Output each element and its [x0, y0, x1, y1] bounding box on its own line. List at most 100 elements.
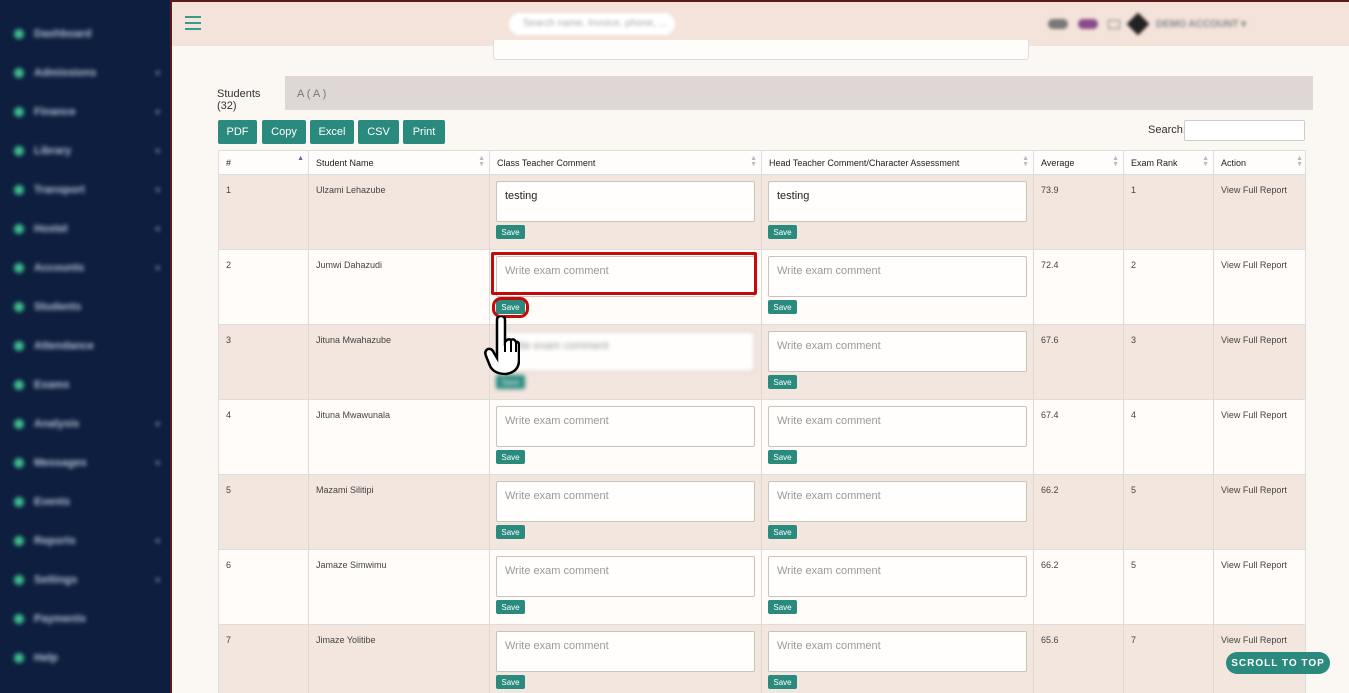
save-button[interactable]: Save — [496, 450, 525, 464]
account-menu[interactable]: DEMO ACCOUNT ▾ — [1156, 19, 1246, 30]
th-action[interactable]: Action ▲ ▼ — [1214, 151, 1307, 176]
sidebar-item[interactable]: Finance ▾ — [0, 100, 172, 124]
notification-icon[interactable] — [1048, 19, 1068, 29]
cell-student-name: Ulzami Lehazube — [309, 175, 490, 249]
view-full-report-link[interactable]: View Full Report — [1214, 400, 1307, 474]
class-teacher-comment-input[interactable]: Write exam comment — [496, 631, 755, 672]
csv-button[interactable]: CSV — [358, 120, 399, 144]
head-teacher-comment-input[interactable]: Write exam comment — [768, 556, 1027, 597]
cell-head-comment: Write exam comment Save — [762, 475, 1034, 549]
cell-exam-rank: 2 — [1124, 250, 1214, 324]
class-teacher-comment-input[interactable]: Write exam comment — [496, 406, 755, 447]
tab-class-a[interactable]: A ( A ) — [289, 76, 339, 110]
sidebar-item-label: Attendance — [34, 340, 94, 352]
sidebar-item[interactable]: Library ▾ — [0, 139, 172, 163]
cell-head-comment: Write exam comment Save — [762, 250, 1034, 324]
head-teacher-comment-input[interactable]: Write exam comment — [768, 256, 1027, 297]
head-teacher-comment-input[interactable]: testing — [768, 181, 1027, 222]
table-row: 4 Jituna Mwawunala Write exam comment Save W… — [218, 400, 1306, 475]
table-search-input[interactable] — [1184, 120, 1305, 141]
sidebar-item[interactable]: Admissions ▾ — [0, 61, 172, 85]
head-teacher-comment-input[interactable]: Write exam comment — [768, 481, 1027, 522]
topbar-right: DEMO ACCOUNT ▾ — [1048, 12, 1246, 36]
cell-exam-rank: 7 — [1124, 625, 1214, 693]
save-button[interactable]: Save — [496, 675, 525, 689]
pdf-button[interactable]: PDF — [218, 120, 257, 144]
class-teacher-comment-input[interactable]: Write exam comment — [496, 556, 755, 597]
sidebar-item[interactable]: Settings ▾ — [0, 568, 172, 592]
sidebar: Dashboard Admissions ▾ Finance ▾ Library ▾ Tran… — [0, 0, 172, 693]
cell-number: 3 — [219, 325, 309, 399]
pointing-hand-icon — [484, 316, 520, 376]
cell-class-comment: Write exam comment Save — [490, 625, 762, 693]
cell-exam-rank: 4 — [1124, 400, 1214, 474]
sidebar-item[interactable]: Help — [0, 646, 172, 670]
highlight-save-row-2 — [492, 297, 529, 318]
cell-number: 1 — [219, 175, 309, 249]
save-button[interactable]: Save — [768, 450, 797, 464]
th-number[interactable]: # ▲ — [219, 151, 309, 176]
cell-number: 5 — [219, 475, 309, 549]
sidebar-item[interactable]: Payments — [0, 607, 172, 631]
excel-button[interactable]: Excel — [310, 120, 354, 144]
th-head-teacher-comment[interactable]: Head Teacher Comment/Character Assessmen… — [762, 151, 1034, 176]
class-teacher-comment-input[interactable]: testing — [496, 181, 755, 222]
view-full-report-link[interactable]: View Full Report — [1214, 325, 1307, 399]
head-teacher-comment-input[interactable]: Write exam comment — [768, 406, 1027, 447]
save-button[interactable]: Save — [768, 225, 797, 239]
save-button[interactable]: Save — [496, 525, 525, 539]
global-search-input[interactable]: Search name, Invoice, phone, ... — [509, 13, 675, 35]
sidebar-item[interactable]: Analysis ▾ — [0, 412, 172, 436]
save-button[interactable]: Save — [768, 525, 797, 539]
th-exam-rank[interactable]: Exam Rank ▲ ▼ — [1124, 151, 1214, 176]
sidebar-item[interactable]: Messages ▾ — [0, 451, 172, 475]
sidebar-item[interactable]: Students — [0, 295, 172, 319]
sidebar-item-icon — [14, 146, 24, 156]
sidebar-item[interactable]: Events — [0, 490, 172, 514]
chevron-down-icon: ▾ — [155, 223, 160, 234]
view-full-report-link[interactable]: View Full Report — [1214, 250, 1307, 324]
save-button[interactable]: Save — [768, 300, 797, 314]
print-button[interactable]: Print — [403, 120, 445, 144]
head-teacher-comment-input[interactable]: Write exam comment — [768, 631, 1027, 672]
class-teacher-comment-input[interactable]: Write exam comment — [496, 481, 755, 522]
th-student-name[interactable]: Student Name ▲ ▼ — [309, 151, 490, 176]
sidebar-item[interactable]: Transport ▾ — [0, 178, 172, 202]
view-full-report-link[interactable]: View Full Report — [1214, 475, 1307, 549]
cell-number: 4 — [219, 400, 309, 474]
copy-button[interactable]: Copy — [262, 120, 306, 144]
view-full-report-link[interactable]: View Full Report — [1214, 175, 1307, 249]
save-button[interactable]: Save — [768, 675, 797, 689]
save-button[interactable]: Save — [768, 375, 797, 389]
sidebar-item[interactable]: Exams — [0, 373, 172, 397]
sidebar-item-icon — [14, 29, 24, 39]
sidebar-item-label: Events — [34, 496, 71, 508]
sidebar-item[interactable]: Dashboard — [0, 22, 172, 46]
head-teacher-comment-input[interactable]: Write exam comment — [768, 331, 1027, 372]
scroll-to-top-button[interactable]: SCROLL TO TOP — [1226, 652, 1330, 674]
filter-input-remnant[interactable] — [493, 40, 1029, 60]
save-button[interactable]: Save — [496, 375, 525, 389]
save-button[interactable]: Save — [496, 600, 525, 614]
sidebar-item-label: Admissions — [34, 67, 97, 79]
view-full-report-link[interactable]: View Full Report — [1214, 550, 1307, 624]
class-teacher-comment-input[interactable]: Write exam comment — [496, 331, 755, 372]
cell-class-comment: Write exam comment Save — [490, 400, 762, 474]
save-button[interactable]: Save — [768, 600, 797, 614]
save-button[interactable]: Save — [496, 225, 525, 239]
chevron-down-icon: ▾ — [155, 184, 160, 195]
sidebar-item-label: Accounts — [34, 262, 85, 274]
avatar[interactable] — [1126, 12, 1150, 36]
tab-students[interactable]: Students (32) — [209, 76, 285, 112]
table-row: 7 Jimaze Yolitibe Write exam comment Save Wr… — [218, 625, 1306, 693]
language-flag-icon[interactable] — [1078, 19, 1098, 29]
mail-icon[interactable] — [1108, 19, 1120, 29]
sidebar-item[interactable]: Accounts ▾ — [0, 256, 172, 280]
sidebar-item[interactable]: Attendance — [0, 334, 172, 358]
menu-icon[interactable] — [185, 16, 201, 30]
sidebar-item-label: Exams — [34, 379, 70, 391]
th-average[interactable]: Average ▲ ▼ — [1034, 151, 1124, 176]
sidebar-item[interactable]: Hostel ▾ — [0, 217, 172, 241]
sidebar-item[interactable]: Reports ▾ — [0, 529, 172, 553]
th-class-teacher-comment[interactable]: Class Teacher Comment ▲ ▼ — [490, 151, 762, 176]
